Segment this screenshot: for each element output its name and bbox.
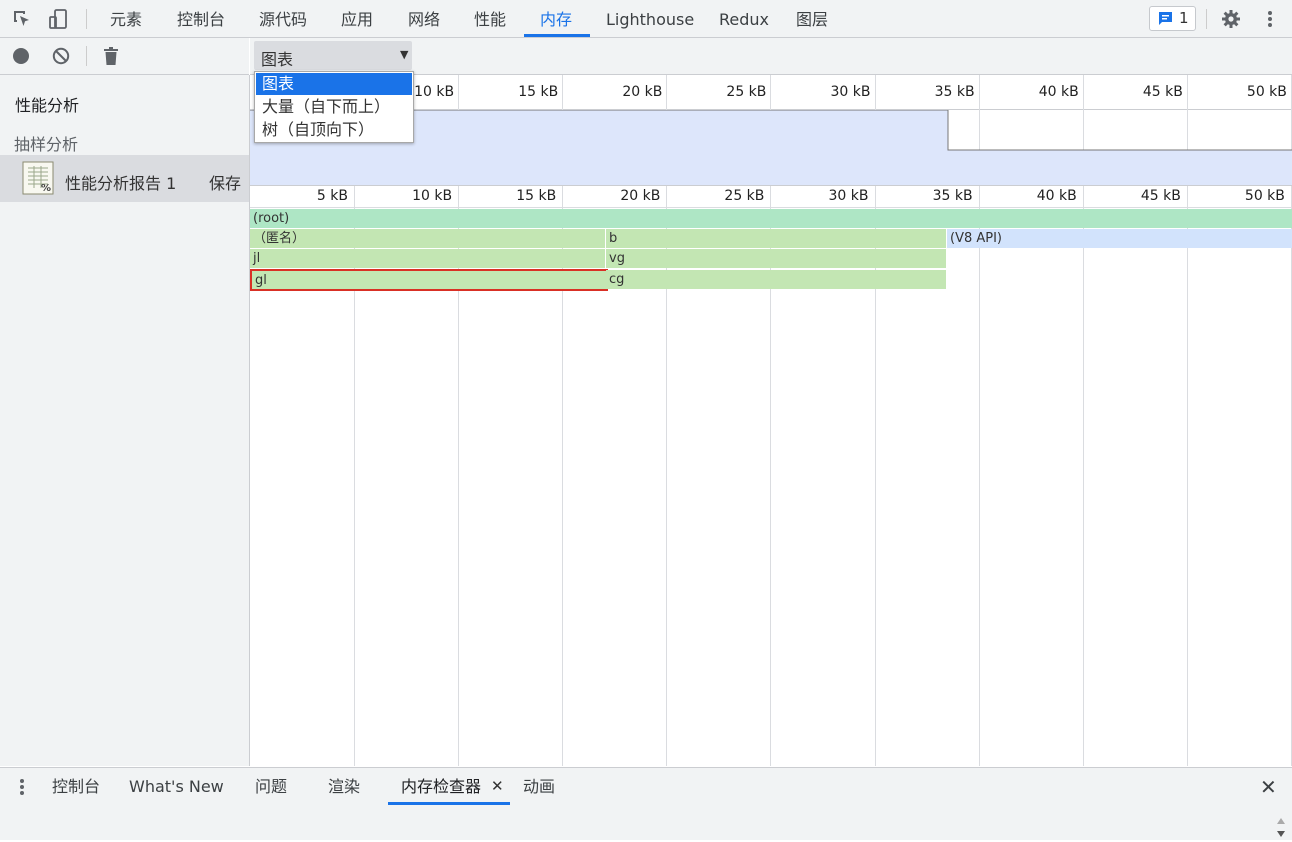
view-select-dropdown: 图表 大量（自下而上） 树（自顶向下） [254, 71, 414, 143]
profiles-toolbar [0, 38, 249, 75]
tab-memory[interactable]: 内存 [540, 0, 572, 37]
flame-node-vg[interactable]: vg [606, 249, 946, 268]
clear-icon[interactable] [51, 46, 71, 66]
overview-tick-label: 30 kB [830, 84, 871, 100]
overview-tick-label: 50 kB [1246, 84, 1287, 100]
flame-node-anonymous[interactable]: （匿名） [250, 229, 605, 248]
trash-icon[interactable] [101, 45, 121, 67]
flame-tick-label: 50 kB [1244, 188, 1285, 204]
view-option-tree[interactable]: 树（自顶向下） [256, 119, 412, 141]
issues-count: 1 [1179, 9, 1189, 27]
tab-sources[interactable]: 源代码 [259, 0, 307, 37]
view-select-value: 图表 [261, 50, 294, 69]
flame-node-gl-selected[interactable]: gl [250, 269, 608, 291]
flame-tick-label: 30 kB [828, 188, 869, 204]
active-tab-indicator [524, 34, 590, 37]
flame-tick-label: 5 kB [316, 188, 348, 204]
flame-tick-label: 20 kB [620, 188, 661, 204]
sidebar-section-title: 抽样分析 [14, 135, 79, 154]
flame-node-jl[interactable]: jl [250, 249, 605, 268]
issues-chat-icon [1158, 11, 1173, 30]
tab-application[interactable]: 应用 [341, 0, 373, 37]
overview-tick-label: 10 kB [414, 84, 455, 100]
kebab-menu-icon[interactable] [1260, 7, 1280, 31]
flame-tick-label: 40 kB [1036, 188, 1077, 204]
flame-gridline [978, 186, 980, 766]
flame-node-b[interactable]: b [606, 229, 946, 248]
flame-tick-label: 35 kB [932, 188, 973, 204]
tab-console[interactable]: 控制台 [177, 0, 225, 37]
drawer-tab-issues[interactable]: 问题 [255, 768, 287, 805]
devtools-main-tabbar: 元素 控制台 源代码 应用 网络 性能 内存 Lighthouse Redux … [0, 0, 1292, 38]
view-toolbar: 图表 ▼ [250, 38, 1292, 75]
flame-node-cg[interactable]: cg [606, 270, 946, 289]
gear-icon[interactable] [1219, 7, 1243, 31]
flame-tick-label: 10 kB [412, 188, 453, 204]
record-icon[interactable] [11, 46, 31, 66]
overview-tick-label: 45 kB [1142, 84, 1183, 100]
overview-tick-label: 20 kB [622, 84, 663, 100]
flame-ruler-line [250, 207, 1292, 208]
tab-elements[interactable]: 元素 [110, 0, 142, 37]
drawer-tab-console[interactable]: 控制台 [52, 768, 100, 805]
flame-chart[interactable]: 5 kB 10 kB 15 kB 20 kB 25 kB 30 kB 35 kB 40 kB 4… [250, 186, 1292, 766]
tab-network[interactable]: 网络 [408, 0, 440, 37]
profile-report-icon: % [22, 161, 54, 195]
flame-tick-label: 45 kB [1140, 188, 1181, 204]
drawer-tab-animations[interactable]: 动画 [523, 768, 555, 805]
flame-tick-label: 25 kB [724, 188, 765, 204]
drawer-content [0, 805, 1292, 840]
view-option-heavy[interactable]: 大量（自下而上） [256, 96, 412, 118]
inspect-element-icon[interactable] [10, 8, 34, 30]
toolbar-divider [86, 46, 87, 66]
drawer-tabbar: 控制台 What's New 问题 渲染 内存检查器 ✕ 动画 ✕ [0, 767, 1292, 806]
chevron-down-icon: ▼ [400, 48, 409, 61]
tab-performance[interactable]: 性能 [474, 0, 506, 37]
tab-layers[interactable]: 图层 [796, 0, 828, 37]
drawer-tab-rendering[interactable]: 渲染 [328, 768, 360, 805]
overview-tick-label: 40 kB [1038, 84, 1079, 100]
issues-badge-button[interactable]: 1 [1149, 6, 1196, 31]
close-drawer-icon[interactable]: ✕ [1260, 775, 1277, 799]
svg-text:%: % [41, 183, 51, 194]
overview-tick-label: 25 kB [726, 84, 767, 100]
flame-gridline [1186, 186, 1188, 766]
flame-node-root[interactable]: (root) [250, 209, 1292, 228]
flame-tick-label: 15 kB [516, 188, 557, 204]
drawer-tab-memory-inspector[interactable]: 内存检查器 [401, 768, 481, 805]
flame-node-v8-api[interactable]: (V8 API) [947, 229, 1292, 248]
close-icon[interactable]: ✕ [491, 777, 504, 795]
profile-name: 性能分析报告 1 [65, 174, 177, 193]
toolbar-divider [1206, 9, 1207, 29]
sidebar-profile-item[interactable]: % 性能分析报告 1 保存 [0, 155, 249, 202]
tab-lighthouse[interactable]: Lighthouse [606, 0, 694, 37]
profiles-sidebar: 性能分析 抽样分析 % 性能分析报告 1 保存 [0, 75, 250, 766]
save-profile-link[interactable]: 保存 [209, 170, 241, 194]
overview-tick-label: 35 kB [934, 84, 975, 100]
toolbar-divider [86, 9, 87, 29]
device-toolbar-icon[interactable] [46, 7, 72, 31]
sidebar-heading: 性能分析 [15, 96, 80, 115]
view-option-chart[interactable]: 图表 [256, 73, 412, 95]
drawer-menu-icon[interactable] [14, 777, 30, 797]
view-select[interactable]: 图表 ▼ [254, 41, 412, 70]
drawer-tab-whats-new[interactable]: What's New [129, 768, 224, 805]
flame-gridline [1082, 186, 1084, 766]
tab-redux[interactable]: Redux [719, 0, 769, 37]
overview-tick-label: 15 kB [518, 84, 559, 100]
